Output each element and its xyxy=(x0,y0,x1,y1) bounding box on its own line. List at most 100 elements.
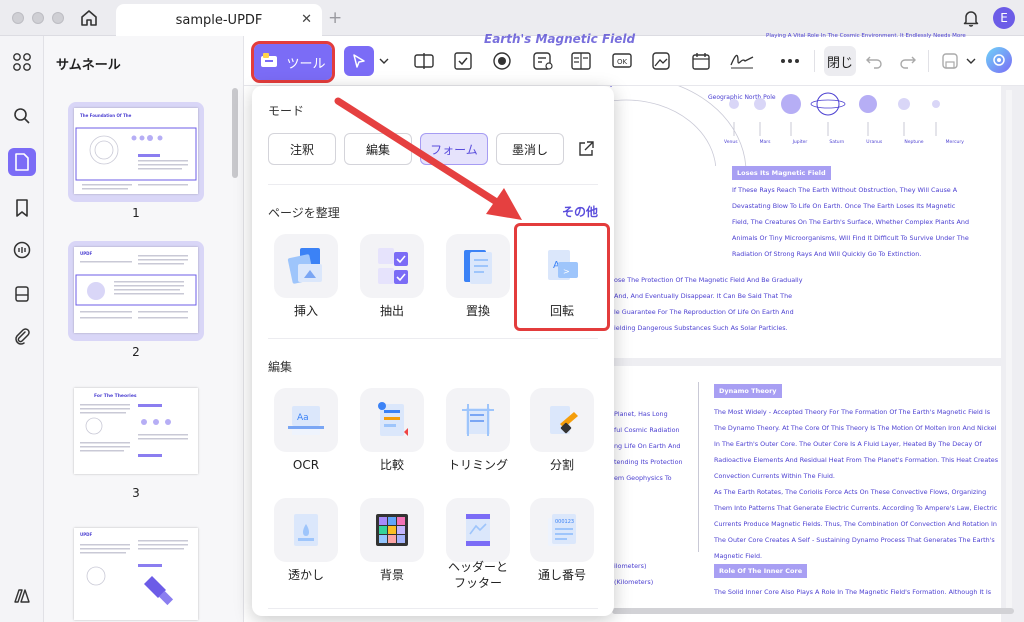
document-page-1: Geographic North Pole Magnetic Pole Venu… xyxy=(602,76,1001,358)
signature-field-icon[interactable] xyxy=(728,49,756,73)
window-minimize-button[interactable] xyxy=(32,12,44,24)
comment-icon[interactable] xyxy=(8,236,36,264)
section-heading: Role Of The Inner Core xyxy=(714,564,808,578)
thumbnail-page-number: 2 xyxy=(132,345,140,359)
search-icon[interactable] xyxy=(8,102,36,130)
date-field-icon[interactable] xyxy=(689,49,713,73)
document-scrollbar[interactable] xyxy=(1006,90,1012,610)
redo-icon[interactable] xyxy=(896,49,920,73)
home-icon[interactable] xyxy=(76,6,102,30)
mode-annotate-button[interactable]: 注釈 xyxy=(268,133,336,165)
document-page-2: Planet, Has Long ful Cosmic Radiation ng… xyxy=(606,366,1001,622)
checkbox-icon[interactable] xyxy=(451,49,475,73)
close-button[interactable]: 閉じ xyxy=(824,46,856,76)
bell-icon[interactable] xyxy=(961,8,981,28)
thumbnail-panel-title: サムネール xyxy=(56,58,121,73)
page-thumbnail-icon[interactable] xyxy=(8,148,36,176)
open-external-icon[interactable] xyxy=(574,137,598,161)
mode-section-title: モード xyxy=(268,104,305,118)
thumbnail-page-3[interactable]: For The Theories 3 xyxy=(68,382,204,500)
more-icon[interactable] xyxy=(778,49,802,73)
tools-button-label: ツール xyxy=(286,56,326,72)
toolbox-icon xyxy=(260,52,278,72)
edit-section-title: 編集 xyxy=(268,360,293,374)
toolbar-separator xyxy=(928,50,929,72)
crop-icon[interactable] xyxy=(446,388,510,452)
section-body-left: ose The Protection Of The Magnetic Field… xyxy=(614,272,914,336)
replace-pages-icon[interactable] xyxy=(446,234,510,298)
tools-button[interactable]: ツール xyxy=(251,41,335,83)
ocr-icon[interactable]: Aa xyxy=(274,388,338,452)
main-toolbar: Earth's Magnetic Field Playing A Vital R… xyxy=(244,32,1024,86)
thumbnail-image: UPDF xyxy=(74,247,198,333)
list-box-icon[interactable] xyxy=(569,49,593,73)
insert-pages-label: 挿入 xyxy=(293,304,318,318)
body-line: The Outer Core Creates A Self - Sustaini… xyxy=(714,536,995,544)
organize-section-title: ページを整理 xyxy=(268,206,340,220)
more-tools-link[interactable]: その他 xyxy=(562,203,598,220)
header-footer-label-line2: フッター xyxy=(453,576,502,590)
thumbnail-page-4[interactable]: UPDF xyxy=(68,522,204,622)
image-field-icon[interactable] xyxy=(649,49,673,73)
background-icon[interactable] xyxy=(360,498,424,562)
grid-icon[interactable] xyxy=(8,48,36,76)
body-line: le Guarantee For The Reproduction Of Lif… xyxy=(614,308,794,316)
layers-icon[interactable] xyxy=(8,582,36,610)
body-line: The Solid Inner Core Also Plays A Role I… xyxy=(714,588,992,596)
horizontal-scrollbar[interactable] xyxy=(612,608,1014,614)
thumbnail-scrollbar[interactable] xyxy=(232,88,238,178)
toolbar-separator xyxy=(814,50,815,72)
bookmark-icon[interactable] xyxy=(8,194,36,222)
split-icon[interactable] xyxy=(530,388,594,452)
new-tab-button[interactable]: + xyxy=(328,8,342,28)
ai-assistant-icon[interactable] xyxy=(986,47,1012,73)
replace-pages-label: 置換 xyxy=(465,304,490,318)
thumbnail-page-2[interactable]: UPDF 2 xyxy=(68,241,204,359)
panel-divider xyxy=(268,338,598,339)
background-label: 背景 xyxy=(379,568,404,582)
text-box-icon[interactable] xyxy=(412,49,436,73)
radio-button-icon[interactable] xyxy=(490,49,514,73)
extract-pages-icon[interactable] xyxy=(360,234,424,298)
ocr-label: OCR xyxy=(292,458,320,472)
body-line: em Geophysics To xyxy=(614,474,672,482)
undo-icon[interactable] xyxy=(862,49,886,73)
dropdown-field-icon[interactable] xyxy=(531,49,555,73)
insert-pages-icon[interactable] xyxy=(274,234,338,298)
section-body: The Most Widely - Accepted Theory For Th… xyxy=(714,404,999,564)
body-line: tending Its Protection xyxy=(614,458,683,466)
planet-label: Mars xyxy=(759,140,771,145)
ok-button-field-icon[interactable]: OK xyxy=(610,49,634,73)
document-header-peek: Playing A Vital Role In The Cosmic Envir… xyxy=(766,33,966,39)
save-options-chevron-icon[interactable] xyxy=(964,49,978,73)
select-tool-button[interactable] xyxy=(344,46,374,76)
mode-redact-button[interactable]: 墨消し xyxy=(496,133,564,165)
body-line: Planet, Has Long xyxy=(614,410,668,418)
body-line: Devastating Blow To Life On Earth. Once … xyxy=(732,202,956,210)
bates-number-icon[interactable]: 000123 xyxy=(530,498,594,562)
avatar[interactable]: E xyxy=(993,7,1015,29)
document-tab[interactable]: sample-UPDF ✕ xyxy=(116,4,322,36)
window-close-button[interactable] xyxy=(12,12,24,24)
compare-icon[interactable] xyxy=(360,388,424,452)
mode-edit-button[interactable]: 編集 xyxy=(344,133,412,165)
save-icon[interactable] xyxy=(938,49,962,73)
chevron-down-icon[interactable] xyxy=(378,49,390,73)
tab-close-icon[interactable]: ✕ xyxy=(301,12,312,27)
body-line: (Kilometers) xyxy=(614,578,654,586)
body-line: As The Earth Rotates, The Coriolis Force… xyxy=(714,488,987,496)
stamp-icon[interactable] xyxy=(8,280,36,308)
column-divider xyxy=(698,382,699,552)
document-title-peek: Earth's Magnetic Field xyxy=(484,32,636,46)
window-zoom-button[interactable] xyxy=(52,12,64,24)
body-line: Convection Currents Within The Fluid. xyxy=(714,472,835,480)
thumbnail-page-1[interactable]: The Foundation Of The 1 xyxy=(68,102,204,220)
mode-form-button[interactable]: フォーム xyxy=(420,133,488,165)
left-rail xyxy=(0,36,44,622)
watermark-icon[interactable] xyxy=(274,498,338,562)
attachment-icon[interactable] xyxy=(8,322,36,350)
section-body-left: ilometers) (Kilometers) xyxy=(614,558,694,590)
header-footer-icon[interactable] xyxy=(446,498,510,562)
compare-label: 比較 xyxy=(379,458,404,472)
document-view: Geographic North Pole Magnetic Pole Venu… xyxy=(602,76,1024,622)
